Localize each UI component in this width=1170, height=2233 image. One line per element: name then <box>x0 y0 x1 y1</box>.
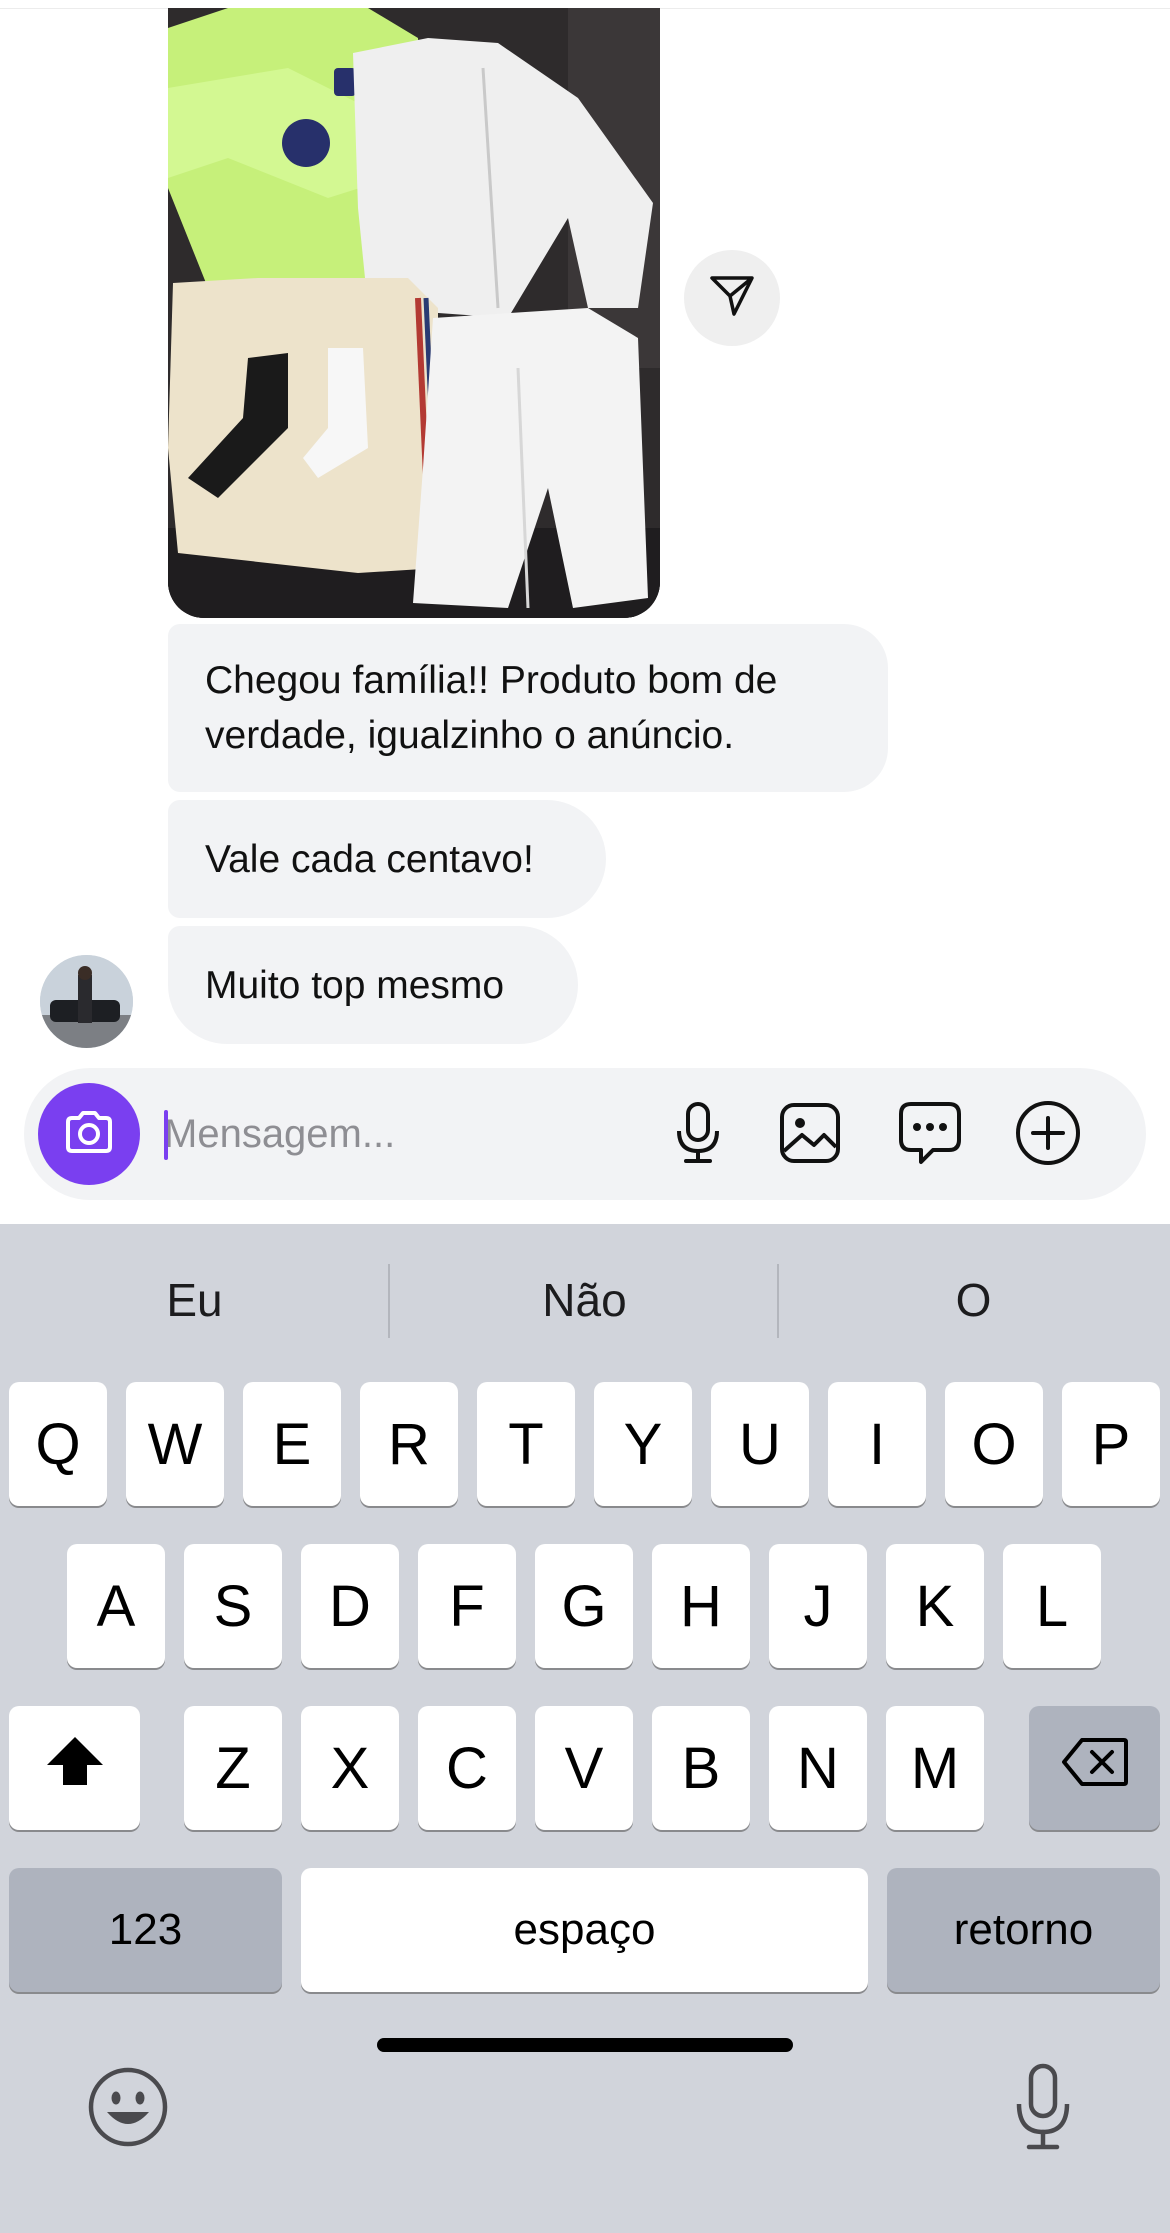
send-icon <box>708 272 756 325</box>
key-e[interactable]: E <box>243 1382 341 1506</box>
emoji-icon <box>87 2066 169 2153</box>
text-caret <box>164 1110 168 1160</box>
key-v[interactable]: V <box>535 1706 633 1830</box>
microphone-icon <box>674 1101 722 1170</box>
keyboard: Eu Não O Q W E R T Y U I O P A S D F G H… <box>0 1224 1170 2233</box>
shift-icon <box>43 1733 107 1803</box>
key-x[interactable]: X <box>301 1706 399 1830</box>
gallery-icon <box>778 1101 842 1170</box>
key-j[interactable]: J <box>769 1544 867 1668</box>
key-c[interactable]: C <box>418 1706 516 1830</box>
voice-message-button[interactable] <box>664 1101 732 1169</box>
key-g[interactable]: G <box>535 1544 633 1668</box>
key-o[interactable]: O <box>945 1382 1043 1506</box>
key-d[interactable]: D <box>301 1544 399 1668</box>
key-i[interactable]: I <box>828 1382 926 1506</box>
key-l[interactable]: L <box>1003 1544 1101 1668</box>
return-key[interactable]: retorno <box>887 1868 1160 1992</box>
shift-key[interactable] <box>9 1706 140 1830</box>
backspace-icon <box>1060 1735 1130 1802</box>
suggestion-1[interactable]: Eu <box>0 1262 389 1338</box>
key-w[interactable]: W <box>126 1382 224 1506</box>
backspace-key[interactable] <box>1029 1706 1160 1830</box>
key-f[interactable]: F <box>418 1544 516 1668</box>
emoji-button[interactable] <box>85 2066 171 2152</box>
sticker-button[interactable] <box>896 1101 964 1169</box>
message-bubble: Chegou família!! Produto bom de verdade,… <box>168 624 888 792</box>
key-u[interactable]: U <box>711 1382 809 1506</box>
more-options-button[interactable] <box>1014 1099 1082 1172</box>
key-y[interactable]: Y <box>594 1382 692 1506</box>
camera-button[interactable] <box>38 1083 140 1185</box>
gallery-button[interactable] <box>776 1101 844 1169</box>
message-text: Muito top mesmo <box>205 963 505 1007</box>
key-k[interactable]: K <box>886 1544 984 1668</box>
dictation-icon <box>1013 2062 1073 2157</box>
key-s[interactable]: S <box>184 1544 282 1668</box>
suggestion-3[interactable]: O <box>779 1262 1168 1338</box>
numbers-key[interactable]: 123 <box>9 1868 282 1992</box>
message-text: Vale cada centavo! <box>205 837 534 881</box>
camera-icon <box>64 1110 114 1159</box>
key-m[interactable]: M <box>886 1706 984 1830</box>
message-photo[interactable] <box>168 8 660 618</box>
plus-icon <box>1014 1099 1082 1172</box>
message-composer <box>24 1068 1146 1200</box>
key-r[interactable]: R <box>360 1382 458 1506</box>
message-bubble: Vale cada centavo! <box>168 800 606 918</box>
share-button[interactable] <box>684 250 780 346</box>
key-n[interactable]: N <box>769 1706 867 1830</box>
message-bubble: Muito top mesmo <box>168 926 578 1044</box>
key-a[interactable]: A <box>67 1544 165 1668</box>
home-indicator[interactable] <box>377 2038 793 2052</box>
sticker-icon <box>897 1100 963 1171</box>
space-key[interactable]: espaço <box>301 1868 868 1992</box>
message-input[interactable] <box>164 1098 644 1170</box>
key-h[interactable]: H <box>652 1544 750 1668</box>
key-t[interactable]: T <box>477 1382 575 1506</box>
dictation-button[interactable] <box>1000 2062 1086 2156</box>
key-p[interactable]: P <box>1062 1382 1160 1506</box>
key-z[interactable]: Z <box>184 1706 282 1830</box>
sender-avatar[interactable] <box>40 955 133 1048</box>
key-q[interactable]: Q <box>9 1382 107 1506</box>
message-text: Chegou família!! Produto bom de verdade,… <box>205 659 778 757</box>
key-b[interactable]: B <box>652 1706 750 1830</box>
suggestion-2[interactable]: Não <box>390 1262 779 1338</box>
